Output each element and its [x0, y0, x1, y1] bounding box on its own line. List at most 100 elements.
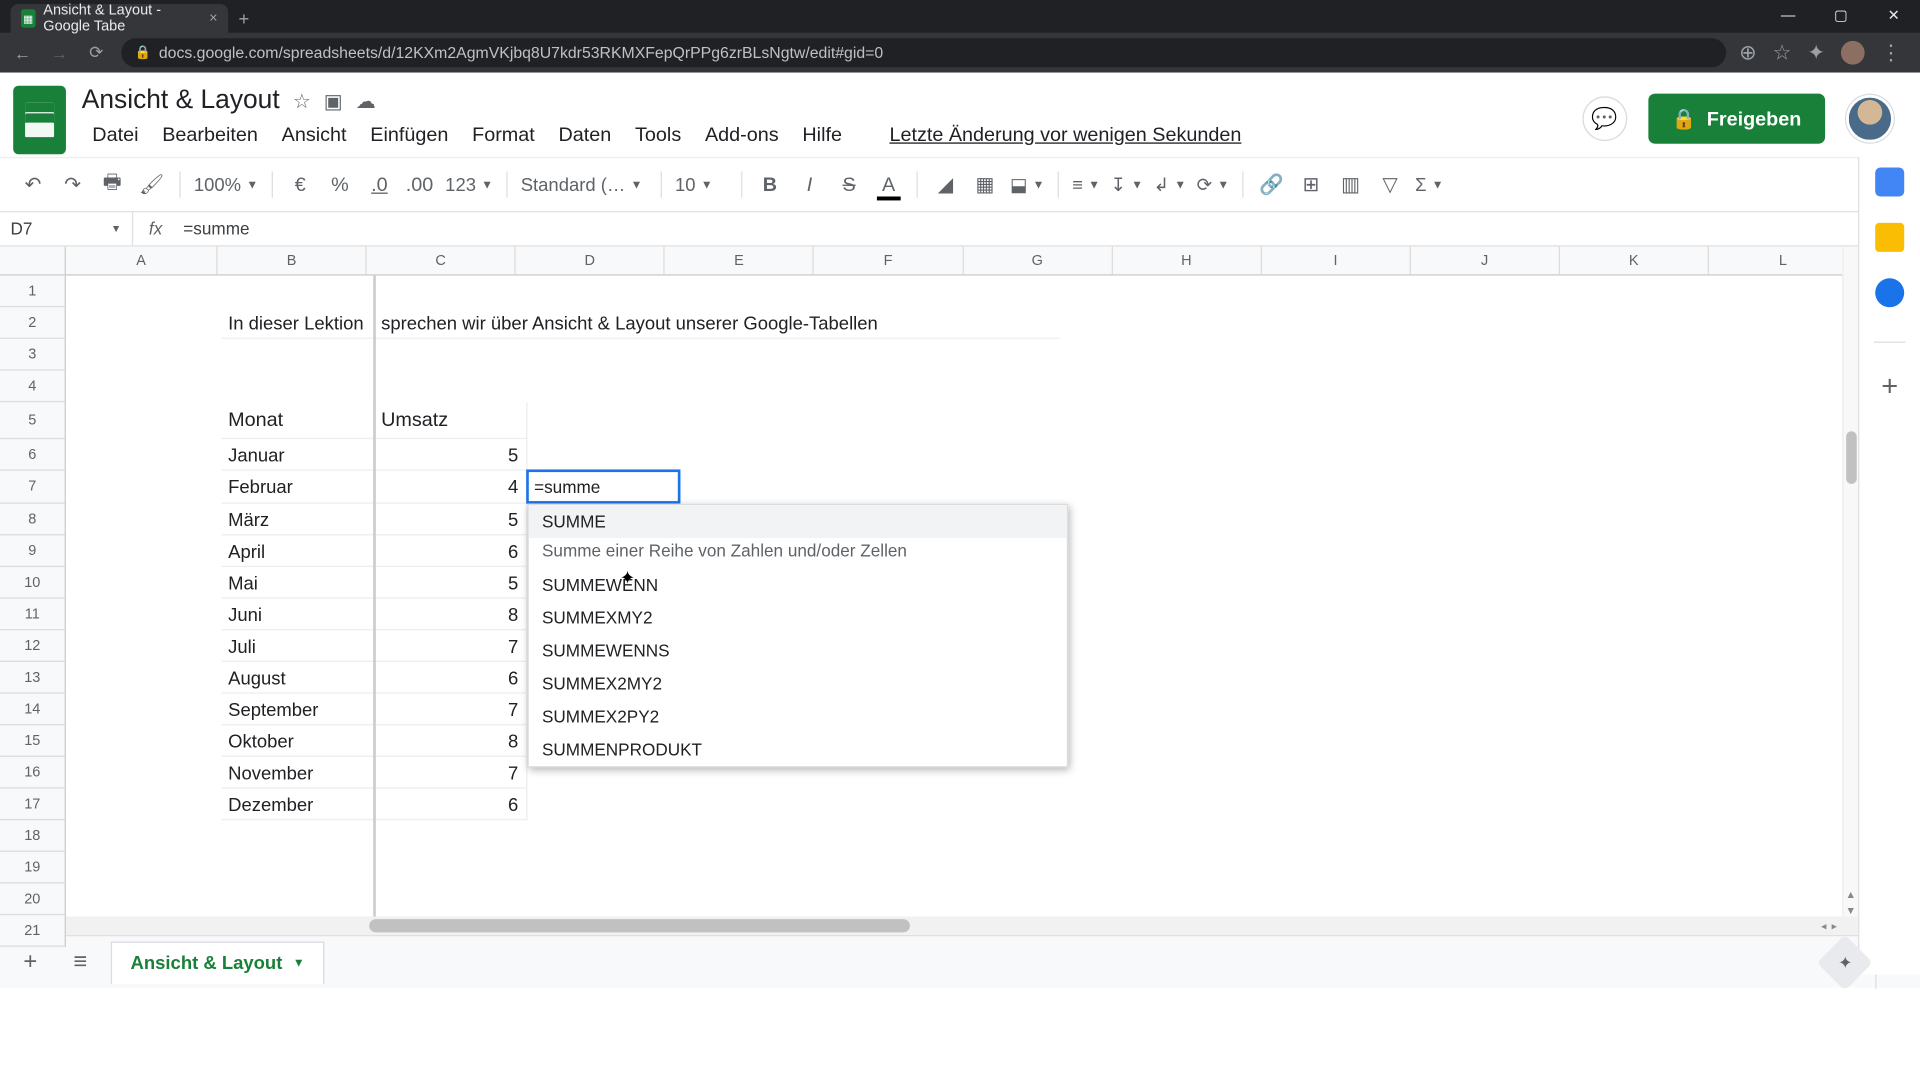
star-icon[interactable]: ☆ — [293, 89, 311, 113]
cell-B12[interactable]: Juli — [222, 630, 375, 662]
cell-B13[interactable]: August — [222, 662, 375, 694]
select-all-corner[interactable] — [0, 247, 66, 276]
borders-button[interactable]: ▦ — [968, 167, 1002, 201]
column-header-F[interactable]: F — [814, 247, 963, 275]
new-tab-button[interactable]: + — [228, 4, 260, 33]
cell-B7[interactable]: Februar — [222, 471, 375, 504]
row-header-12[interactable]: 12 — [0, 630, 65, 662]
cell-B14[interactable]: September — [222, 694, 375, 726]
tasks-icon[interactable] — [1875, 278, 1904, 307]
cell-C17[interactable]: 6 — [375, 789, 528, 821]
v-align-button[interactable]: ↧▼ — [1108, 173, 1146, 195]
column-header-D[interactable]: D — [516, 247, 665, 275]
back-button[interactable]: ← — [11, 43, 35, 63]
formula-input[interactable]: =summe — [178, 219, 1920, 239]
font-size-select[interactable]: 10▼ — [672, 174, 730, 195]
autocomplete-item-summenprodukt[interactable]: SUMMENPRODUKT — [529, 733, 1067, 766]
cell-B9[interactable]: April — [222, 535, 375, 567]
horizontal-scrollbar[interactable] — [66, 916, 1858, 934]
insert-chart-button[interactable]: ▥ — [1333, 167, 1367, 201]
menu-bearbeiten[interactable]: Bearbeiten — [152, 119, 269, 152]
cloud-status-icon[interactable]: ☁ — [356, 89, 376, 113]
row-header-14[interactable]: 14 — [0, 694, 65, 726]
browser-menu-icon[interactable]: ⋮ — [1880, 40, 1901, 66]
cell-C8[interactable]: 5 — [375, 504, 528, 536]
sheets-logo-icon[interactable] — [13, 86, 66, 155]
column-header-E[interactable]: E — [665, 247, 814, 275]
autocomplete-item-summe[interactable]: SUMME — [529, 505, 1067, 538]
italic-button[interactable]: I — [792, 167, 826, 201]
redo-button[interactable]: ↷ — [55, 167, 89, 201]
row-header-6[interactable]: 6 — [0, 439, 65, 471]
scroll-right-icon[interactable]: ▸ — [1832, 920, 1837, 932]
row-header-13[interactable]: 13 — [0, 662, 65, 694]
close-tab-icon[interactable]: × — [209, 11, 217, 27]
undo-button[interactable]: ↶ — [16, 167, 50, 201]
cell-C10[interactable]: 5 — [375, 567, 528, 599]
row-header-10[interactable]: 10 — [0, 567, 65, 599]
increase-decimal-button[interactable]: .00 — [402, 167, 437, 201]
document-title[interactable]: Ansicht & Layout — [82, 86, 280, 116]
active-cell-D7[interactable]: =summe — [526, 469, 680, 503]
install-icon[interactable]: ⊕ — [1739, 40, 1757, 66]
name-box[interactable]: D7 ▼ — [0, 212, 132, 245]
cell-C12[interactable]: 7 — [375, 630, 528, 662]
row-header-7[interactable]: 7 — [0, 471, 65, 504]
currency-button[interactable]: € — [283, 167, 317, 201]
account-avatar[interactable] — [1846, 95, 1893, 142]
row-header-8[interactable]: 8 — [0, 504, 65, 536]
close-window-button[interactable]: ✕ — [1867, 0, 1920, 33]
row-headers[interactable]: 123456789101112131415161718192021 — [0, 276, 66, 947]
column-header-H[interactable]: H — [1112, 247, 1261, 275]
row-header-1[interactable]: 1 — [0, 276, 65, 308]
fill-color-button[interactable]: ◢ — [928, 167, 962, 201]
percent-button[interactable]: % — [323, 167, 357, 201]
add-sheet-button[interactable]: + — [11, 942, 51, 982]
column-header-K[interactable]: K — [1560, 247, 1709, 275]
sheet-tab-active[interactable]: Ansicht & Layout ▼ — [111, 941, 325, 983]
calendar-icon[interactable] — [1875, 167, 1904, 196]
menu-format[interactable]: Format — [462, 119, 546, 152]
column-header-A[interactable]: A — [66, 247, 218, 275]
cell-C15[interactable]: 8 — [375, 725, 528, 757]
h-align-button[interactable]: ≡▼ — [1070, 174, 1103, 195]
cell-C11[interactable]: 8 — [375, 599, 528, 631]
cell-C14[interactable]: 7 — [375, 694, 528, 726]
row-header-20[interactable]: 20 — [0, 884, 65, 916]
bookmark-icon[interactable]: ☆ — [1773, 40, 1792, 66]
cell-B10[interactable]: Mai — [222, 567, 375, 599]
cell-C5[interactable]: Umsatz — [375, 402, 528, 439]
cell-B16[interactable]: November — [222, 757, 375, 789]
decrease-decimal-button[interactable]: .0 — [362, 167, 396, 201]
sheet-tab-menu-icon[interactable]: ▼ — [293, 956, 305, 969]
column-header-I[interactable]: I — [1262, 247, 1411, 275]
insert-comment-button[interactable]: ⊞ — [1294, 167, 1328, 201]
menu-tools[interactable]: Tools — [624, 119, 691, 152]
menu-daten[interactable]: Daten — [548, 119, 622, 152]
menu-ansicht[interactable]: Ansicht — [271, 119, 357, 152]
forward-button[interactable]: → — [47, 43, 71, 63]
row-header-15[interactable]: 15 — [0, 725, 65, 757]
row-header-3[interactable]: 3 — [0, 339, 65, 371]
comments-button[interactable]: 💬 — [1582, 96, 1627, 141]
cell-B17[interactable]: Dezember — [222, 789, 375, 821]
scrollbar-thumb[interactable] — [369, 919, 910, 932]
filter-button[interactable]: ▽ — [1373, 167, 1407, 201]
cell-B8[interactable]: März — [222, 504, 375, 536]
add-addon-button[interactable]: + — [1881, 369, 1898, 403]
column-header-G[interactable]: G — [963, 247, 1112, 275]
extensions-icon[interactable]: ✦ — [1807, 40, 1825, 66]
formula-autocomplete-dropdown[interactable]: SUMME Summe einer Reihe von Zahlen und/o… — [527, 504, 1068, 768]
insert-link-button[interactable]: 🔗 — [1254, 167, 1288, 201]
menu-datei[interactable]: Datei — [82, 119, 149, 152]
maximize-button[interactable]: ▢ — [1815, 0, 1868, 33]
font-family-select[interactable]: Standard (…▼ — [518, 174, 650, 195]
menu-addons[interactable]: Add-ons — [694, 119, 789, 152]
cell-C6[interactable]: 5 — [375, 439, 528, 471]
vertical-scrollbar[interactable]: ▼ ▲ — [1842, 247, 1858, 917]
keep-icon[interactable] — [1875, 223, 1904, 252]
autocomplete-item-summex2py2[interactable]: SUMMEX2PY2 — [529, 700, 1067, 733]
text-wrap-button[interactable]: ↲▼ — [1151, 173, 1189, 195]
merge-cells-button[interactable]: ⬓▼ — [1007, 173, 1047, 195]
column-header-L[interactable]: L — [1709, 247, 1858, 275]
